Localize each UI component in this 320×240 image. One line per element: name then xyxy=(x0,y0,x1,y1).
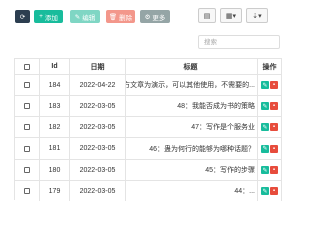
pencil-icon: ✎ xyxy=(262,146,268,152)
header-id[interactable]: Id xyxy=(40,59,70,74)
grid-icon: ▦▾ xyxy=(225,12,237,20)
row-edit-button[interactable]: ✎ xyxy=(261,187,269,195)
columns-toggle-button[interactable]: ▤ xyxy=(198,8,216,23)
row-checkbox[interactable] xyxy=(24,82,30,88)
row-checkbox[interactable] xyxy=(24,167,30,173)
table-row[interactable]: 184 2022-04-22 下方文章为演示，可以其他使用，不需要的... ✎ … xyxy=(15,75,282,96)
row-date: 2022-04-22 xyxy=(70,75,126,95)
export-icon: ⇣▾ xyxy=(252,12,262,20)
row-actions: ✎ ▪ xyxy=(258,160,282,180)
row-id: 184 xyxy=(40,75,70,95)
row-select-cell xyxy=(15,75,40,95)
pencil-icon: ✎ xyxy=(262,188,268,195)
export-menu-button[interactable]: ⇣▾ xyxy=(246,8,268,23)
header-date[interactable]: 日期 xyxy=(70,59,126,74)
trash-icon: ▪ xyxy=(272,124,276,130)
row-title: 46：蛊为何行的能够为哪种话题？ xyxy=(126,138,258,159)
add-button[interactable]: + 添加 xyxy=(34,10,63,23)
row-delete-button[interactable]: ▪ xyxy=(270,102,278,110)
row-edit-button[interactable]: ✎ xyxy=(261,81,269,89)
header-ops: 操作 xyxy=(258,59,282,74)
row-actions: ✎ ▪ xyxy=(258,75,282,95)
row-actions: ✎ ▪ xyxy=(258,117,282,137)
table-row[interactable]: 181 2022-03-05 46：蛊为何行的能够为哪种话题？ ✎ ▪ xyxy=(15,138,282,160)
plus-icon: + xyxy=(39,13,43,20)
row-title: 48：我能否成为书的策略 xyxy=(126,96,258,116)
delete-button-label: 删除 xyxy=(119,14,133,22)
grid-menu-button[interactable]: ▦▾ xyxy=(220,8,242,23)
row-date: 2022-03-05 xyxy=(70,160,126,180)
row-title: 45：写作的步骤 xyxy=(126,160,258,180)
table-row[interactable]: 179 2022-03-05 44：... ✎ ▪ xyxy=(15,181,282,201)
data-table: Id 日期 标题 操作 184 2022-04-22 下方文章为演示，可以其他使… xyxy=(14,58,282,201)
table-row[interactable]: 183 2022-03-05 48：我能否成为书的策略 ✎ ▪ xyxy=(15,96,282,117)
row-select-cell xyxy=(15,160,40,180)
trash-icon: ▪ xyxy=(272,145,276,152)
header-title[interactable]: 标题 xyxy=(126,59,258,74)
search-input[interactable] xyxy=(198,35,280,49)
row-checkbox[interactable] xyxy=(24,188,30,194)
row-select-cell xyxy=(15,181,40,201)
select-all-cell xyxy=(15,59,40,74)
pencil-icon: ✎ xyxy=(262,103,268,110)
row-date: 2022-03-05 xyxy=(70,96,126,116)
trash-icon: ▪ xyxy=(272,167,276,173)
row-id: 180 xyxy=(40,160,70,180)
pencil-icon: ✎ xyxy=(262,167,268,174)
row-actions: ✎ ▪ xyxy=(258,181,282,201)
row-edit-button[interactable]: ✎ xyxy=(261,144,269,153)
table-row[interactable]: 182 2022-03-05 47：写作是个服务业 ✎ ▪ xyxy=(15,117,282,138)
row-delete-button[interactable]: ▪ xyxy=(270,144,278,153)
refresh-icon: ⟳ xyxy=(19,13,26,21)
row-edit-button[interactable]: ✎ xyxy=(261,166,269,174)
delete-button[interactable]: 🗑 删除 xyxy=(106,10,135,23)
row-date: 2022-03-05 xyxy=(70,181,126,201)
row-id: 179 xyxy=(40,181,70,201)
row-id: 183 xyxy=(40,96,70,116)
table-row[interactable]: 180 2022-03-05 45：写作的步骤 ✎ ▪ xyxy=(15,160,282,181)
row-date: 2022-03-05 xyxy=(70,117,126,137)
row-select-cell xyxy=(15,96,40,116)
more-button[interactable]: ⚙ 更多 xyxy=(140,10,170,23)
row-delete-button[interactable]: ▪ xyxy=(270,166,278,174)
trash-icon: ▪ xyxy=(272,103,276,109)
toolbar: ⟳ + 添加 ✎ 编辑 🗑 删除 ⚙ 更多 ▤ ▦▾ ⇣▾ xyxy=(0,0,300,36)
row-delete-button[interactable]: ▪ xyxy=(270,187,278,195)
row-id: 182 xyxy=(40,117,70,137)
row-delete-button[interactable]: ▪ xyxy=(270,123,278,131)
row-date: 2022-03-05 xyxy=(70,138,126,159)
row-checkbox[interactable] xyxy=(24,124,30,130)
row-select-cell xyxy=(15,138,40,159)
more-button-label: 更多 xyxy=(152,14,166,22)
row-actions: ✎ ▪ xyxy=(258,138,282,159)
edit-button-label: 编辑 xyxy=(82,14,96,22)
row-title: 44：... xyxy=(126,181,258,201)
row-select-cell xyxy=(15,117,40,137)
row-title: 47：写作是个服务业 xyxy=(126,117,258,137)
row-delete-button[interactable]: ▪ xyxy=(270,81,278,89)
pencil-icon: ✎ xyxy=(74,13,81,21)
select-all-checkbox[interactable] xyxy=(24,63,30,70)
pencil-icon: ✎ xyxy=(262,82,268,89)
edit-button[interactable]: ✎ 编辑 xyxy=(70,10,100,23)
row-checkbox[interactable] xyxy=(24,145,30,152)
row-actions: ✎ ▪ xyxy=(258,96,282,116)
trash-icon: ▪ xyxy=(272,188,276,194)
trash-icon: ▪ xyxy=(272,82,276,88)
row-id: 181 xyxy=(40,138,70,159)
columns-icon: ▤ xyxy=(203,12,211,20)
pencil-icon: ✎ xyxy=(262,124,268,131)
add-button-label: 添加 xyxy=(44,14,58,22)
refresh-button[interactable]: ⟳ xyxy=(15,10,30,23)
row-edit-button[interactable]: ✎ xyxy=(261,102,269,110)
trash-icon: 🗑 xyxy=(108,13,118,21)
table-header-row: Id 日期 标题 操作 xyxy=(15,59,282,75)
row-title: 下方文章为演示，可以其他使用，不需要的... xyxy=(126,75,258,95)
row-edit-button[interactable]: ✎ xyxy=(261,123,269,131)
row-checkbox[interactable] xyxy=(24,103,30,109)
gear-icon: ⚙ xyxy=(144,13,151,21)
